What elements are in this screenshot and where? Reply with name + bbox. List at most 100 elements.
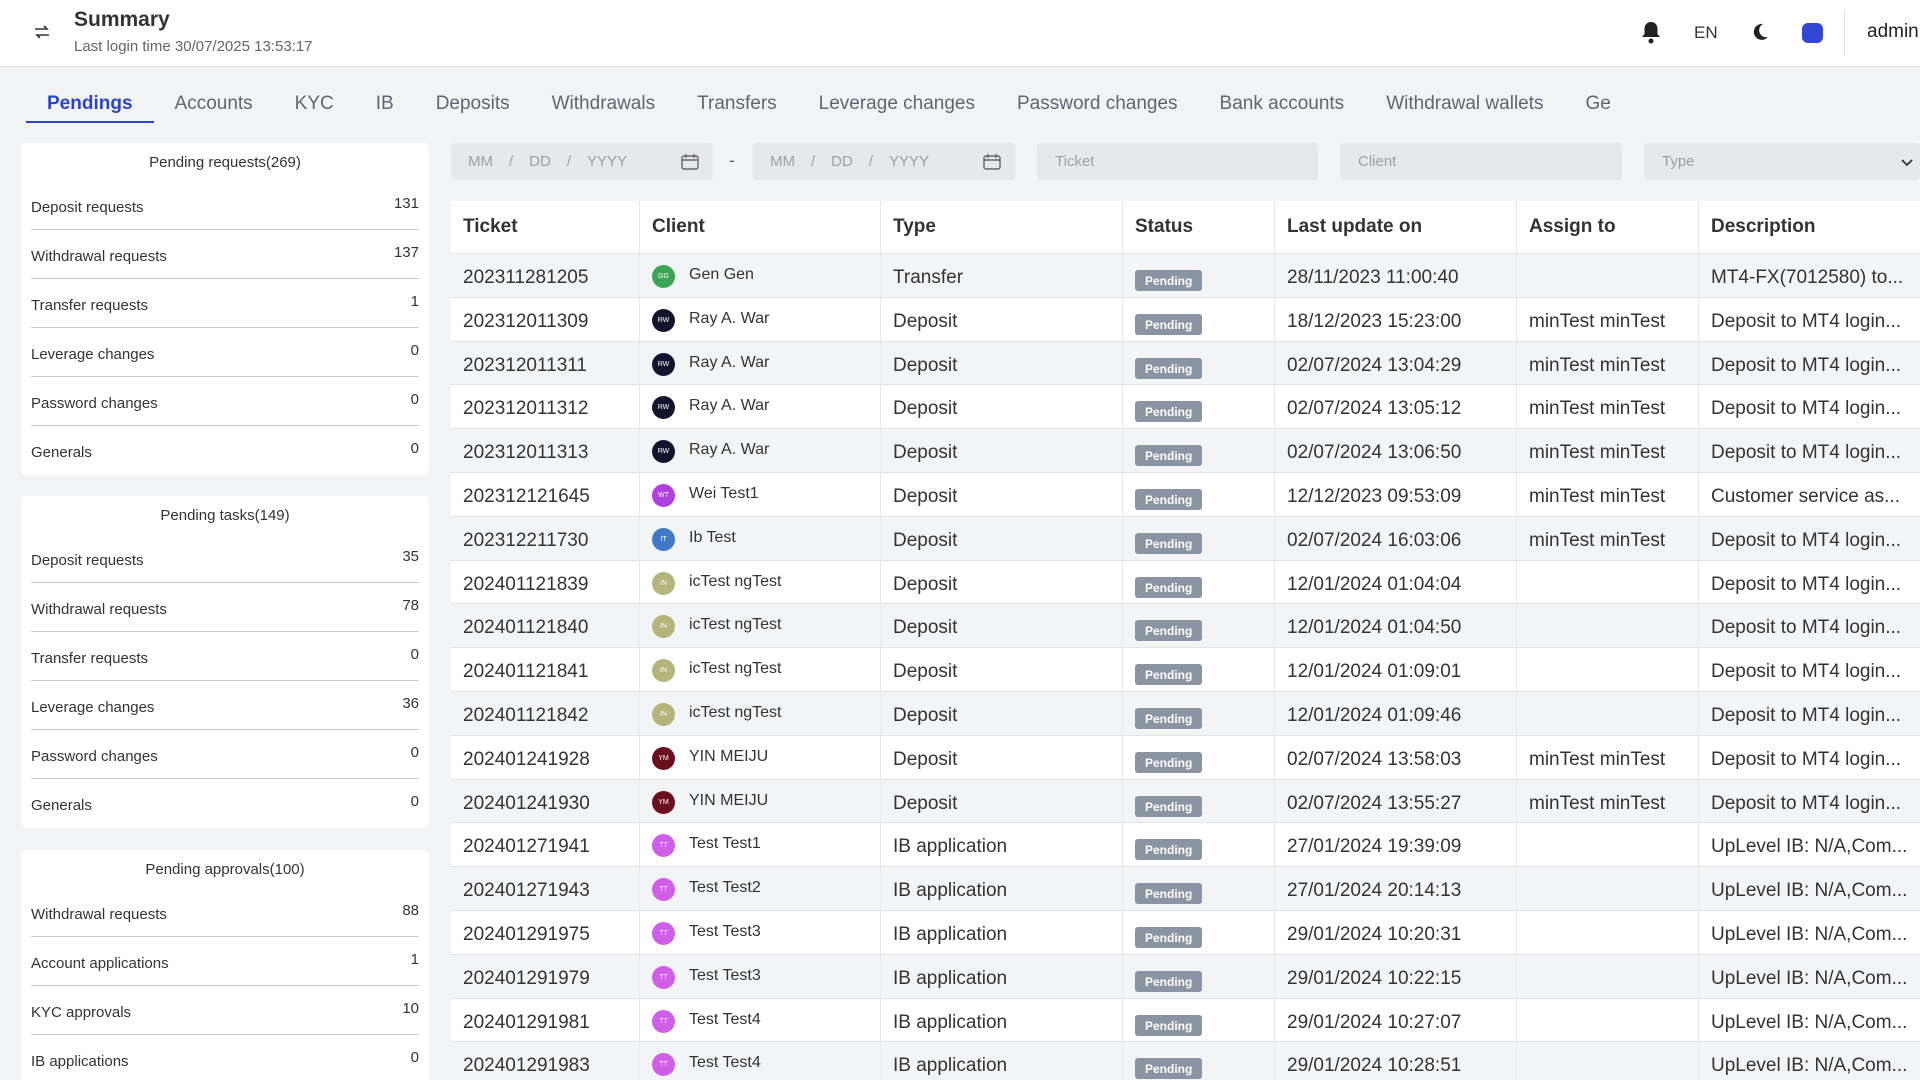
card-title: Pending requests(269) xyxy=(149,154,301,171)
summary-row[interactable]: Password changes 0 xyxy=(31,377,419,426)
summary-row[interactable]: Leverage changes 0 xyxy=(31,328,419,377)
tab-bank-accounts[interactable]: Bank accounts xyxy=(1199,85,1366,123)
description-cell: UpLevel IB: N/A,Com... xyxy=(1711,1055,1908,1077)
language-switch[interactable]: EN xyxy=(1694,23,1718,43)
avatar: TT xyxy=(652,878,675,902)
table-row[interactable]: 202312011309 RW Ray A. War Deposit Pending 18… xyxy=(451,297,1920,342)
date-from-input[interactable]: MM / DD / YYYY xyxy=(451,143,713,180)
table-row[interactable]: 202312011311 RW Ray A. War Deposit Pending 02… xyxy=(451,341,1920,386)
ticket-input[interactable]: Ticket xyxy=(1037,143,1318,180)
status-badge: Pending xyxy=(1135,1014,1203,1036)
summary-row[interactable]: KYC approvals 10 xyxy=(31,986,419,1035)
calendar-icon[interactable] xyxy=(983,153,1001,170)
theme-color-swatch[interactable] xyxy=(1802,23,1823,43)
description-cell: Deposit to MT4 login... xyxy=(1711,573,1902,595)
user-menu[interactable]: admin xyxy=(1867,21,1919,43)
client-cell: TT Test Test3 xyxy=(640,910,881,954)
tab-accounts[interactable]: Accounts xyxy=(154,85,274,123)
last-login-time: Last login time 30/07/2025 13:53:17 xyxy=(74,38,313,55)
tab-ge[interactable]: Ge xyxy=(1565,85,1632,123)
type-cell: Deposit xyxy=(881,735,1123,779)
tab-ib[interactable]: IB xyxy=(355,85,415,123)
tab-kyc[interactable]: KYC xyxy=(274,85,355,123)
last-update-cell: 02/07/2024 13:06:50 xyxy=(1275,429,1517,472)
column-header-status[interactable]: Status xyxy=(1123,201,1275,254)
table-row[interactable]: 202401291975 TT Test Test3 IB application Pe… xyxy=(451,910,1920,955)
summary-row[interactable]: Transfer requests 1 xyxy=(31,279,419,328)
client-cell: YM YIN MEIJU xyxy=(640,735,881,779)
table-row[interactable]: 202401241928 YM YIN MEIJU Deposit Pending 02/… xyxy=(451,735,1920,780)
summary-row-label: Deposit requests xyxy=(31,552,144,569)
description-cell: Deposit to MT4 login... xyxy=(1711,792,1902,814)
type-cell: IB application xyxy=(881,998,1123,1042)
table-row[interactable]: 202401271943 TT Test Test2 IB application Pe… xyxy=(451,867,1920,911)
summary-row[interactable]: Password changes 0 xyxy=(31,730,419,779)
type-select[interactable]: Type xyxy=(1644,143,1920,180)
column-header-description[interactable]: Description xyxy=(1699,201,1920,254)
table-row[interactable]: 202401121842 IN icTest ngTest Deposit Pendin… xyxy=(451,691,1920,736)
type-cell: Deposit xyxy=(881,429,1123,472)
tab-withdrawal-wallets[interactable]: Withdrawal wallets xyxy=(1365,85,1564,123)
column-header-last-update-on[interactable]: Last update on xyxy=(1275,201,1517,254)
ticket-cell: 202401241930 xyxy=(451,779,640,823)
summary-row-label: IB applications xyxy=(31,1053,129,1070)
table-row[interactable]: 202401291979 TT Test Test3 IB application Pe… xyxy=(451,954,1920,999)
table-row[interactable]: 202312211730 IT Ib Test Deposit Pending 02/07… xyxy=(451,516,1920,561)
tab-withdrawals[interactable]: Withdrawals xyxy=(531,85,676,123)
moon-icon[interactable] xyxy=(1750,22,1772,44)
table-row[interactable]: 202401121840 IN icTest ngTest Deposit Pendin… xyxy=(451,604,1920,649)
assign-cell xyxy=(1517,823,1699,867)
column-header-client[interactable]: Client xyxy=(640,201,881,254)
swap-arrows-icon[interactable] xyxy=(30,20,54,44)
summary-row[interactable]: Withdrawal requests 88 xyxy=(31,888,419,937)
summary-row[interactable]: Withdrawal requests 78 xyxy=(31,583,419,632)
summary-row-label: KYC approvals xyxy=(31,1004,132,1021)
client-cell: RW Ray A. War xyxy=(640,341,881,385)
summary-row[interactable]: IB applications 0 xyxy=(31,1035,419,1080)
table-row[interactable]: 202312011313 RW Ray A. War Deposit Pending 02… xyxy=(451,429,1920,473)
summary-row[interactable]: Deposit requests 131 xyxy=(31,181,419,230)
summary-row[interactable]: Generals 0 xyxy=(31,779,419,828)
table-row[interactable]: 202401121841 IN icTest ngTest Deposit Pendin… xyxy=(451,648,1920,692)
status-cell: Pending xyxy=(1123,1042,1275,1080)
last-update-cell: 12/01/2024 01:09:01 xyxy=(1275,648,1517,691)
table-row[interactable]: 202401271941 TT Test Test1 IB application Pe… xyxy=(451,823,1920,868)
summary-row[interactable]: Transfer requests 0 xyxy=(31,632,419,681)
table-row[interactable]: 202312121645 WT Wei Test1 Deposit Pending 12/… xyxy=(451,472,1920,517)
column-header-assign-to[interactable]: Assign to xyxy=(1517,201,1699,254)
tab-transfers[interactable]: Transfers xyxy=(676,85,798,123)
table-row[interactable]: 202401291981 TT Test Test4 IB application Pe… xyxy=(451,998,1920,1043)
tab-password-changes[interactable]: Password changes xyxy=(996,85,1199,123)
description-cell: Deposit to MT4 login... xyxy=(1711,442,1902,464)
client-input[interactable]: Client xyxy=(1340,143,1622,180)
table-row[interactable]: 202401291983 TT Test Test4 IB application Pe… xyxy=(451,1042,1920,1080)
avatar: TT xyxy=(652,921,675,945)
tab-deposits[interactable]: Deposits xyxy=(415,85,531,123)
summary-row[interactable]: Withdrawal requests 137 xyxy=(31,230,419,279)
date-to-input[interactable]: MM / DD / YYYY xyxy=(753,143,1015,180)
avatar: IT xyxy=(652,527,675,551)
ticket-cell: 202312011309 xyxy=(451,297,640,341)
table-row[interactable]: 202312011312 RW Ray A. War Deposit Pending 02… xyxy=(451,385,1920,430)
card-title: Pending approvals(100) xyxy=(145,861,305,878)
summary-row-label: Account applications xyxy=(31,955,169,972)
summary-row[interactable]: Deposit requests 35 xyxy=(31,534,419,583)
column-header-ticket[interactable]: Ticket xyxy=(451,201,640,254)
description-cell: Deposit to MT4 login... xyxy=(1711,661,1902,683)
column-header-type[interactable]: Type xyxy=(881,201,1123,254)
avatar: IN xyxy=(652,571,675,595)
summary-row[interactable]: Leverage changes 36 xyxy=(31,681,419,730)
client-name: Test Test3 xyxy=(689,922,761,940)
assign-cell: minTest minTest xyxy=(1517,385,1699,429)
avatar: IN xyxy=(652,659,675,683)
last-update-cell: 28/11/2023 11:00:40 xyxy=(1275,254,1517,297)
table-row[interactable]: 202401121839 IN icTest ngTest Deposit Pendin… xyxy=(451,560,1920,605)
tab-leverage-changes[interactable]: Leverage changes xyxy=(798,85,996,123)
tab-pendings[interactable]: Pendings xyxy=(26,85,154,123)
summary-row[interactable]: Generals 0 xyxy=(31,426,419,475)
summary-row[interactable]: Account applications 1 xyxy=(31,937,419,986)
table-row[interactable]: 202401241930 YM YIN MEIJU Deposit Pending 02/… xyxy=(451,779,1920,824)
calendar-icon[interactable] xyxy=(681,153,699,170)
bell-icon[interactable] xyxy=(1640,20,1664,46)
table-row[interactable]: 202311281205 GG Gen Gen Transfer Pending 28/1… xyxy=(451,254,1920,298)
